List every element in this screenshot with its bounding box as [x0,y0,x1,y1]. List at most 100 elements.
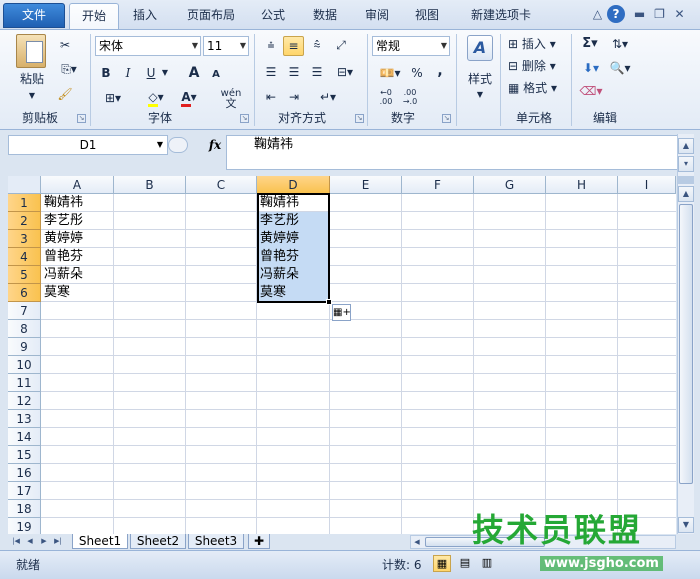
column-header-f[interactable]: F [402,176,474,194]
tab-formulas[interactable]: 公式 [252,3,294,29]
normal-view-icon[interactable]: ▦ [433,555,451,572]
tab-page-layout[interactable]: 页面布局 [176,3,246,29]
fill-color-icon[interactable]: ◇▾ [142,88,170,107]
tab-view[interactable]: 视图 [406,3,448,29]
column-header-d[interactable]: D [257,176,330,194]
decrease-decimal-icon[interactable]: .00 →.0 [400,88,420,106]
column-header-h[interactable]: H [546,176,618,194]
row-header-10[interactable]: 10 [8,356,41,374]
increase-decimal-icon[interactable]: ←0.00 [376,88,396,106]
row-header-18[interactable]: 18 [8,500,41,518]
formula-bar-splitter[interactable] [168,137,188,153]
cell-a6[interactable]: 莫寒 [41,284,114,302]
last-sheet-icon[interactable]: ▶| [52,535,64,548]
row-header-3[interactable]: 3 [8,230,41,248]
align-top-icon[interactable]: ⩮ [262,36,280,54]
name-box[interactable]: D1 ▼ [8,135,168,155]
scroll-top-icon[interactable]: ▾ [678,156,694,172]
cell-a1[interactable]: 鞠婧祎 [41,194,114,212]
font-color-icon[interactable]: A▾ [175,88,203,107]
column-header-c[interactable]: C [186,176,257,194]
grow-font-button[interactable]: A [186,64,202,82]
vertical-scroll-thumb[interactable] [679,204,693,484]
column-header-a[interactable]: A [41,176,114,194]
scroll-up-button[interactable]: ▲ [678,186,694,202]
format-painter-icon[interactable]: 🖌 [56,85,74,103]
shrink-font-button[interactable]: A [208,66,224,84]
help-icon[interactable]: ? [607,5,625,23]
tab-insert[interactable]: 插入 [124,3,166,29]
delete-cells-button[interactable]: ⊟ 删除 ▾ [508,57,564,75]
comma-button[interactable]: , [433,62,447,80]
insert-sheet-icon[interactable]: ✚ [248,534,270,549]
insert-function-button[interactable]: fx [206,136,224,154]
clipboard-launcher-icon[interactable]: ↘ [77,114,86,123]
cell-a3[interactable]: 黄婷婷 [41,230,114,248]
window-restore-icon[interactable]: ❐ [651,6,668,23]
next-sheet-icon[interactable]: ▶ [38,535,50,548]
minimize-ribbon-icon[interactable]: △ [589,6,606,23]
percent-button[interactable]: % [410,64,424,82]
paste-button[interactable]: 粘贴 [12,70,52,88]
styles-icon[interactable]: A [467,35,493,61]
page-break-view-icon[interactable]: ▥ [478,555,496,572]
tab-review[interactable]: 审阅 [356,3,398,29]
bold-button[interactable]: B [98,64,114,82]
alignment-launcher-icon[interactable]: ↘ [355,114,364,123]
sort-filter-icon[interactable]: ⇅▾ [607,35,633,53]
row-header-19[interactable]: 19 [8,518,41,534]
window-close-icon[interactable]: ✕ [671,6,688,23]
window-minimize-icon[interactable]: ▬ [631,6,648,23]
italic-button[interactable]: I [120,64,136,82]
paste-icon[interactable] [16,34,46,68]
first-sheet-icon[interactable]: |◀ [10,535,22,548]
align-center-icon[interactable]: ☰ [285,63,303,81]
auto-fill-options-icon[interactable]: ▦+ [332,304,351,321]
insert-cells-button[interactable]: ⊞ 插入 ▾ [508,35,564,53]
copy-icon[interactable]: ⎘▾ [56,60,82,78]
file-tab[interactable]: 文件 [3,3,65,28]
wrap-text-icon[interactable]: ↵▾ [315,88,341,106]
increase-indent-icon[interactable]: ⇥ [285,88,303,106]
worksheet-grid[interactable]: ABCDEFGHI 1 2 3 4 5 6 7 8 9 10 11 12 13 14 15 16 17 18 19 … [8,176,676,534]
scroll-left-button[interactable]: ◀ [411,536,423,548]
number-launcher-icon[interactable]: ↘ [442,114,451,123]
decrease-indent-icon[interactable]: ⇤ [262,88,280,106]
row-header-9[interactable]: 9 [8,338,41,356]
underline-button[interactable]: U [143,64,159,82]
row-header-12[interactable]: 12 [8,392,41,410]
number-format-select[interactable]: 常规 ▼ [372,36,450,56]
row-header-13[interactable]: 13 [8,410,41,428]
row-header-14[interactable]: 14 [8,428,41,446]
sheet-tab-sheet1[interactable]: Sheet1 [72,534,128,549]
row-header-5[interactable]: 5 [8,266,41,284]
column-header-e[interactable]: E [330,176,402,194]
merge-center-icon[interactable]: ⊟▾ [332,63,358,81]
row-header-11[interactable]: 11 [8,374,41,392]
align-bottom-icon[interactable]: ⩯ [308,36,326,54]
column-header-b[interactable]: B [114,176,186,194]
autosum-button[interactable]: Σ▾ [578,35,602,53]
collapse-formula-icon[interactable]: ▲ [678,138,694,154]
cell-a2[interactable]: 李艺彤 [41,212,114,230]
align-middle-icon[interactable]: ≡ [283,36,304,56]
font-name-select[interactable]: 宋体 ▼ [95,36,201,56]
row-header-15[interactable]: 15 [8,446,41,464]
tab-data[interactable]: 数据 [304,3,346,29]
row-header-1[interactable]: 1 [8,194,41,212]
clear-icon[interactable]: ⌫▾ [578,82,604,100]
row-header-16[interactable]: 16 [8,464,41,482]
format-cells-button[interactable]: ▦ 格式 ▾ [508,79,564,97]
row-header-17[interactable]: 17 [8,482,41,500]
cut-icon[interactable]: ✂ [56,36,74,54]
page-layout-view-icon[interactable]: ▤ [456,555,474,572]
font-size-select[interactable]: 11 ▼ [203,36,249,56]
vertical-scrollbar[interactable]: ▲ ▾ ▲ ▼ [677,134,694,534]
prev-sheet-icon[interactable]: ◀ [24,535,36,548]
underline-dropdown-icon[interactable]: ▼ [160,64,170,82]
formula-input[interactable]: 鞠婧祎 [226,135,685,170]
cell-a5[interactable]: 冯薪朵 [41,266,114,284]
fill-down-icon[interactable]: ⬇▾ [578,59,604,77]
row-header-8[interactable]: 8 [8,320,41,338]
split-box[interactable] [678,176,694,184]
